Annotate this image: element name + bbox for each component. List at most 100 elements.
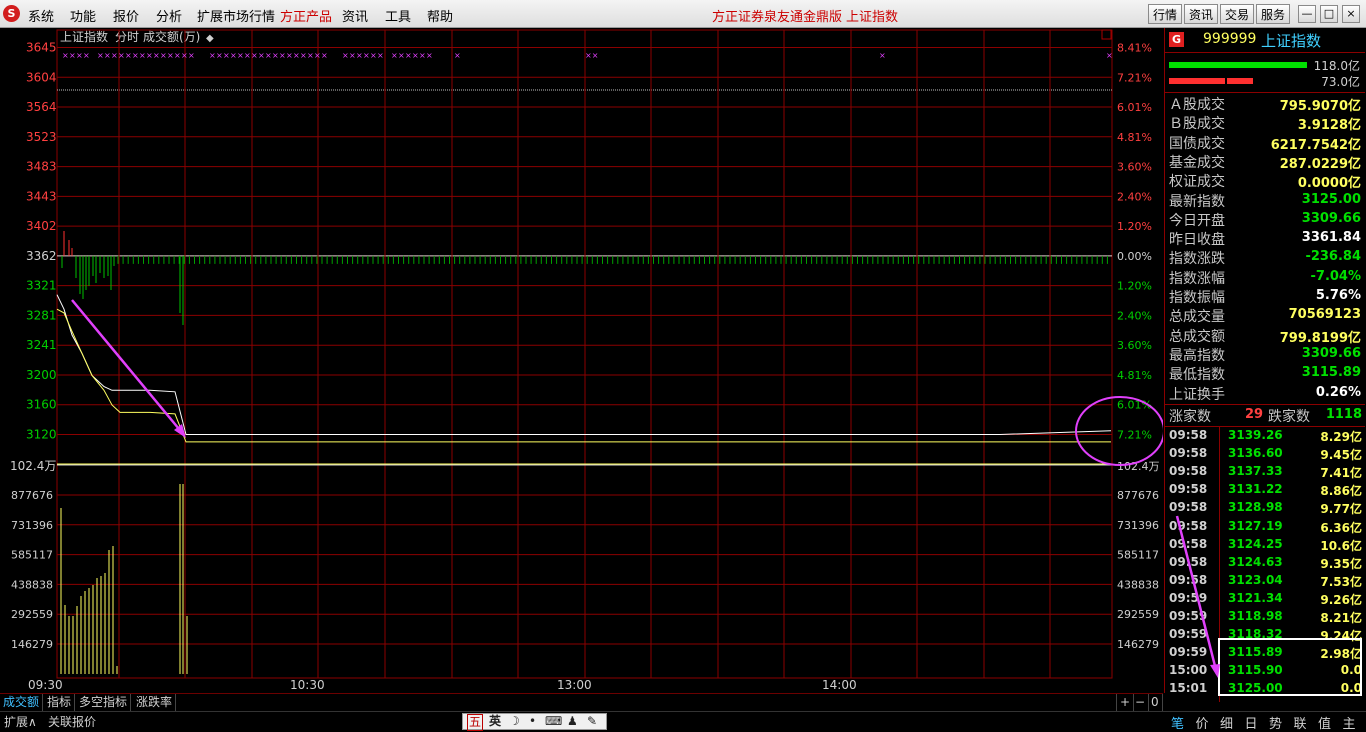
ime-user-icon[interactable]: ♟	[567, 714, 578, 729]
reset-button[interactable]: 0	[1148, 694, 1163, 711]
stat-label: 最新指数	[1169, 193, 1225, 210]
sell-bar-a	[1169, 78, 1225, 84]
menu-founder-products[interactable]: 方正产品	[280, 6, 332, 25]
breadth-marker: ×	[237, 51, 244, 60]
ime-keyboard-icon[interactable]: ⌨	[545, 714, 562, 729]
price-tick-label: 3321	[26, 279, 57, 293]
trade-button[interactable]: 交易	[1220, 4, 1254, 24]
intraday-chart[interactable]: 上证指数 分时 成交额(万) ◆ 3645 3604 3564 3523 3483 3443 340…	[0, 28, 1165, 693]
service-button[interactable]: 服务	[1256, 4, 1290, 24]
panel-tab[interactable]: 势	[1269, 713, 1282, 732]
stat-label: 基金成交	[1169, 154, 1225, 171]
vol-tick-label: 585117	[11, 549, 53, 562]
chart-volume-label: 成交额(万)	[143, 29, 200, 44]
app-logo-icon: S	[3, 5, 20, 22]
status-bar: 扩展∧ 关联报价 五 英 ☽ • ⌨ ♟ ✎ 笔价细日势联值主	[0, 711, 1366, 732]
menu-bar: S 系统 功能 报价 分析 扩展市场行情 方正产品 资讯 工具 帮助 方正证券泉…	[0, 0, 1366, 28]
tick-price: 3124.63	[1228, 554, 1283, 569]
tick-price: 3131.22	[1228, 482, 1283, 497]
menu-analysis[interactable]: 分析	[156, 6, 182, 25]
ime-toolbar[interactable]: 五 英 ☽ • ⌨ ♟ ✎	[462, 713, 607, 731]
menu-news[interactable]: 资讯	[342, 6, 368, 25]
tick-time: 09:58	[1169, 572, 1208, 587]
stat-row: 总成交额 799.8199亿	[1165, 326, 1365, 346]
panel-tab[interactable]: 价	[1196, 713, 1209, 732]
expand-button[interactable]: 扩展∧	[4, 713, 37, 730]
pct-tick-label: 4.81%	[1117, 369, 1152, 382]
tab-bull-bear[interactable]: 多空指标	[76, 694, 132, 711]
breadth-marker: ×	[412, 51, 419, 60]
pct-tick-label: 7.21%	[1117, 429, 1152, 442]
vol-tick-label-right: 146279	[1117, 638, 1159, 651]
price-tick-label: 3523	[26, 130, 57, 144]
stat-label: 指数振幅	[1169, 290, 1225, 306]
panel-tab[interactable]: 细	[1220, 713, 1233, 732]
stat-value: 0.0000亿	[1297, 176, 1361, 192]
panel-tab[interactable]: 联	[1294, 713, 1307, 732]
stat-value: 70569123	[1288, 307, 1361, 323]
breadth-marker: ×	[132, 51, 139, 60]
time-tick-label: 10:30	[290, 678, 325, 692]
tab-amount[interactable]: 成交额	[0, 694, 44, 711]
tick-time: 09:58	[1169, 518, 1208, 533]
stat-row: 最低指数 3115.89	[1165, 364, 1365, 383]
tab-advance-decline[interactable]: 涨跌率	[133, 694, 177, 711]
indicator-tabs: 成交额 指标 多空指标 涨跌率 + − 0	[0, 693, 1163, 711]
breadth-marker: ×	[97, 51, 104, 60]
stat-value: 3.9128亿	[1297, 118, 1361, 134]
chart-dropdown-icon: ◆	[206, 33, 214, 44]
price-tick-label: 3160	[26, 398, 57, 412]
menu-extended-market[interactable]: 扩展市场行情	[197, 6, 275, 25]
menu-quote[interactable]: 报价	[113, 6, 139, 25]
tick-amount: 10.6亿	[1320, 538, 1362, 553]
index-code: 999999	[1203, 31, 1257, 47]
close-icon[interactable]: ×	[1342, 5, 1360, 23]
breadth-marker: ×	[244, 51, 251, 60]
ime-english-icon[interactable]: 英	[489, 714, 501, 729]
menu-tools[interactable]: 工具	[385, 6, 411, 25]
panel-tab[interactable]: 主	[1343, 713, 1356, 732]
stat-label: 今日开盘	[1169, 212, 1225, 229]
menu-function[interactable]: 功能	[70, 6, 96, 25]
menu-system[interactable]: 系统	[28, 6, 54, 25]
breadth-marker: ×	[62, 51, 69, 60]
stat-value: 3115.89	[1301, 365, 1361, 381]
pct-tick-label: 2.40%	[1117, 190, 1152, 203]
stat-value: 3125.00	[1301, 191, 1361, 207]
breadth-marker: ×	[405, 51, 412, 60]
ime-dot-icon[interactable]: •	[529, 714, 536, 729]
panel-tab[interactable]: 笔	[1171, 713, 1184, 732]
minimize-icon[interactable]: —	[1298, 5, 1316, 23]
ime-wubi-icon[interactable]: 五	[467, 714, 484, 731]
zoom-out-button[interactable]: −	[1132, 694, 1150, 711]
menu-help[interactable]: 帮助	[427, 6, 453, 25]
tick-price: 3136.60	[1228, 446, 1283, 461]
tab-indicator[interactable]: 指标	[44, 694, 76, 711]
tick-amount: 8.86亿	[1320, 484, 1362, 499]
g-badge-icon: G	[1169, 32, 1184, 47]
stat-value: 795.9070亿	[1279, 99, 1361, 114]
related-quote-button[interactable]: 关联报价	[48, 713, 96, 730]
panel-tab[interactable]: 日	[1245, 713, 1258, 732]
stat-row: 最新指数 3125.00	[1165, 191, 1365, 210]
price-tick-label: 3402	[26, 219, 57, 233]
breadth-marker: ×	[300, 51, 307, 60]
tick-time: 09:59	[1169, 590, 1208, 605]
breadth-marker: ×	[258, 51, 265, 60]
stat-row: 昨日收盘 3361.84	[1165, 229, 1365, 248]
tick-time: 09:58	[1169, 428, 1208, 442]
price-tick-label: 3564	[26, 100, 57, 114]
market-button[interactable]: 行情	[1148, 4, 1182, 24]
restore-icon[interactable]: □	[1320, 5, 1338, 23]
advance-value: 29	[1245, 407, 1264, 422]
pct-tick-label: 2.40%	[1117, 309, 1152, 322]
stat-row: 最高指数 3309.66	[1165, 345, 1365, 364]
tick-price: 3128.98	[1228, 500, 1283, 515]
vol-tick-label: 877676	[11, 489, 53, 502]
panel-tab[interactable]: 值	[1318, 713, 1331, 732]
decline-label: 跌家数	[1268, 409, 1310, 425]
time-tick-label: 09:30	[28, 678, 63, 692]
news-button[interactable]: 资讯	[1184, 4, 1218, 24]
ime-moon-icon[interactable]: ☽	[509, 714, 520, 729]
ime-wrench-icon[interactable]: ✎	[587, 714, 597, 729]
